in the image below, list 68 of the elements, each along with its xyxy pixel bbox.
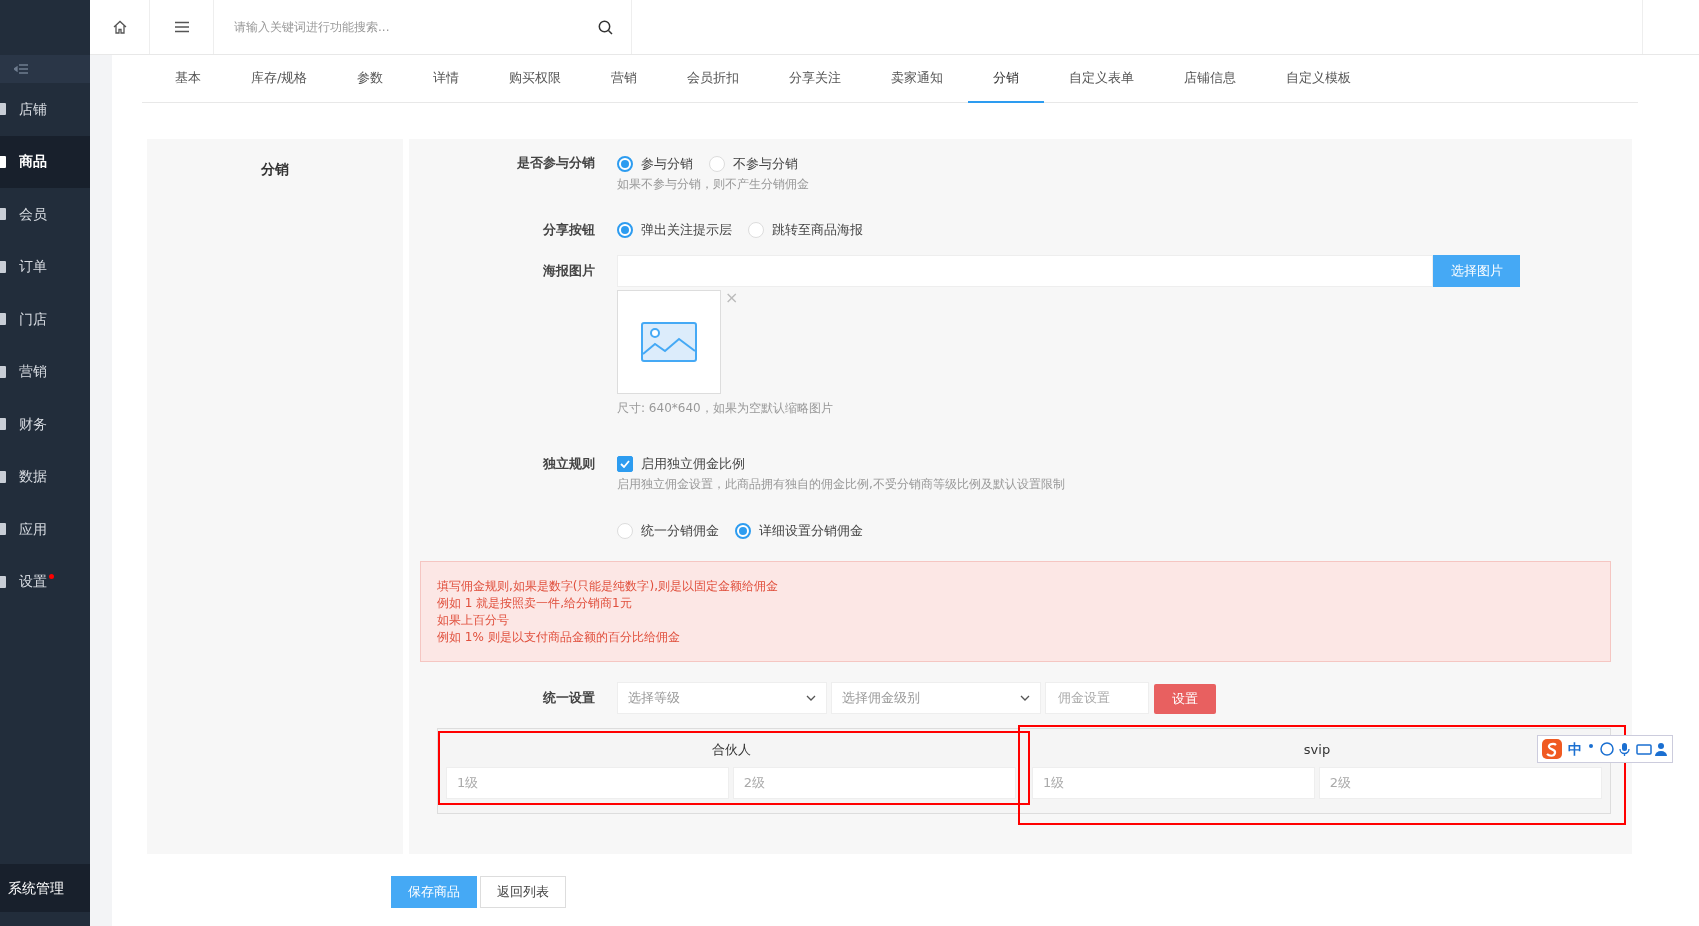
field-label: 是否参与分销	[517, 155, 595, 170]
image-placeholder[interactable]	[617, 290, 721, 395]
field-label: 分享按钮	[543, 221, 595, 237]
sidebar-item[interactable]: 设置	[0, 555, 90, 608]
field-label: 统一设置	[543, 689, 595, 705]
radio-button[interactable]	[617, 222, 633, 238]
tab[interactable]: 参数	[332, 55, 409, 103]
search-icon	[598, 19, 613, 35]
level-field[interactable]: 2级	[1318, 766, 1602, 799]
tab[interactable]: 库存/规格	[226, 55, 333, 103]
level-field[interactable]: 2级	[732, 766, 1016, 799]
home-icon[interactable]	[111, 19, 128, 35]
back-button[interactable]: 返回列表	[480, 876, 567, 908]
alert-line: 例如 1% 则是以支付商品金额的百分比给佣金	[437, 628, 681, 646]
tab[interactable]: 会员折扣	[662, 55, 765, 103]
alert-line: 填写佣金规则,如果是数字(只能是纯数字),则是以固定金额给佣金	[437, 577, 779, 595]
group-name: svip	[1303, 741, 1331, 757]
tab[interactable]: 分销	[968, 55, 1045, 103]
tab[interactable]: 店铺信息	[1159, 55, 1262, 103]
ime-toolbar[interactable]: 中	[1537, 735, 1673, 763]
radio-option[interactable]: 详细设置分销佣金	[735, 520, 863, 541]
radio-option[interactable]: 跳转至商品海报	[748, 220, 863, 240]
tab[interactable]: 自定义模板	[1261, 55, 1377, 103]
radio-button[interactable]	[735, 522, 751, 539]
alert-line: 例如 1 就是按照卖一件,给分销商1元	[437, 594, 633, 612]
sidebar-item[interactable]: 会员	[0, 188, 90, 241]
sidebar-item[interactable]: 应用	[0, 503, 90, 556]
sidebar-item[interactable]: 数据	[0, 450, 90, 503]
collapse-icon[interactable]	[14, 64, 28, 74]
tab[interactable]: 详情	[408, 55, 485, 103]
image-path-field[interactable]	[617, 255, 1433, 287]
radio-option[interactable]: 不参与分销	[709, 153, 798, 174]
tab[interactable]: 卖家通知	[866, 55, 969, 103]
field-label: 独立规则	[543, 455, 595, 471]
sidebar-item[interactable]: 订单	[0, 240, 90, 293]
radio-button[interactable]	[617, 155, 633, 172]
checkbox-option[interactable]: 启用独立佣金比例	[617, 454, 745, 474]
radio-option[interactable]: 统一分销佣金	[617, 520, 719, 541]
sidebar-item[interactable]: 营销	[0, 345, 90, 398]
group-name: 合伙人	[711, 741, 751, 757]
level-field[interactable]: 1级	[1032, 766, 1316, 799]
sidebar-footer[interactable]: 系统管理	[0, 864, 90, 912]
radio-option[interactable]: 参与分销	[617, 153, 693, 174]
tab[interactable]: 自定义表单	[1044, 55, 1160, 103]
tab[interactable]: 购买权限	[484, 55, 587, 103]
caret-icon	[806, 694, 816, 701]
sidebar-item[interactable]: 财务	[0, 398, 90, 451]
section-title: 分销	[261, 161, 289, 177]
sidebar-item[interactable]: 门店	[0, 293, 90, 346]
hint-text: 如果不参与分销，则不产生分销佣金	[617, 175, 810, 193]
hint-text: 启用独立佣金设置，此商品拥有独自的佣金比例,不受分销商等级比例及默认设置限制	[617, 476, 1066, 493]
commission-field[interactable]: 佣金设置	[1045, 681, 1149, 714]
image-icon	[641, 322, 697, 363]
caret-icon	[1020, 694, 1030, 701]
ime-logo-icon	[1542, 739, 1562, 759]
tab[interactable]: 分享关注	[764, 55, 867, 103]
level-field[interactable]: 1级	[446, 766, 730, 799]
tab[interactable]: 营销	[586, 55, 663, 103]
field-label: 海报图片	[543, 263, 595, 278]
check-icon	[620, 460, 630, 468]
sidebar-item[interactable]: 商品	[0, 135, 90, 188]
sidebar-item[interactable]: 店铺	[0, 83, 90, 136]
radio-option[interactable]: 弹出关注提示层	[617, 220, 732, 240]
checkbox[interactable]	[617, 456, 633, 472]
ime-mode[interactable]: 中	[1568, 738, 1582, 760]
hint-text: 尺寸: 640*640，如果为空默认缩略图片	[617, 399, 834, 417]
tab[interactable]: 基本	[150, 55, 226, 103]
alert-line: 如果上百分号	[437, 611, 510, 629]
